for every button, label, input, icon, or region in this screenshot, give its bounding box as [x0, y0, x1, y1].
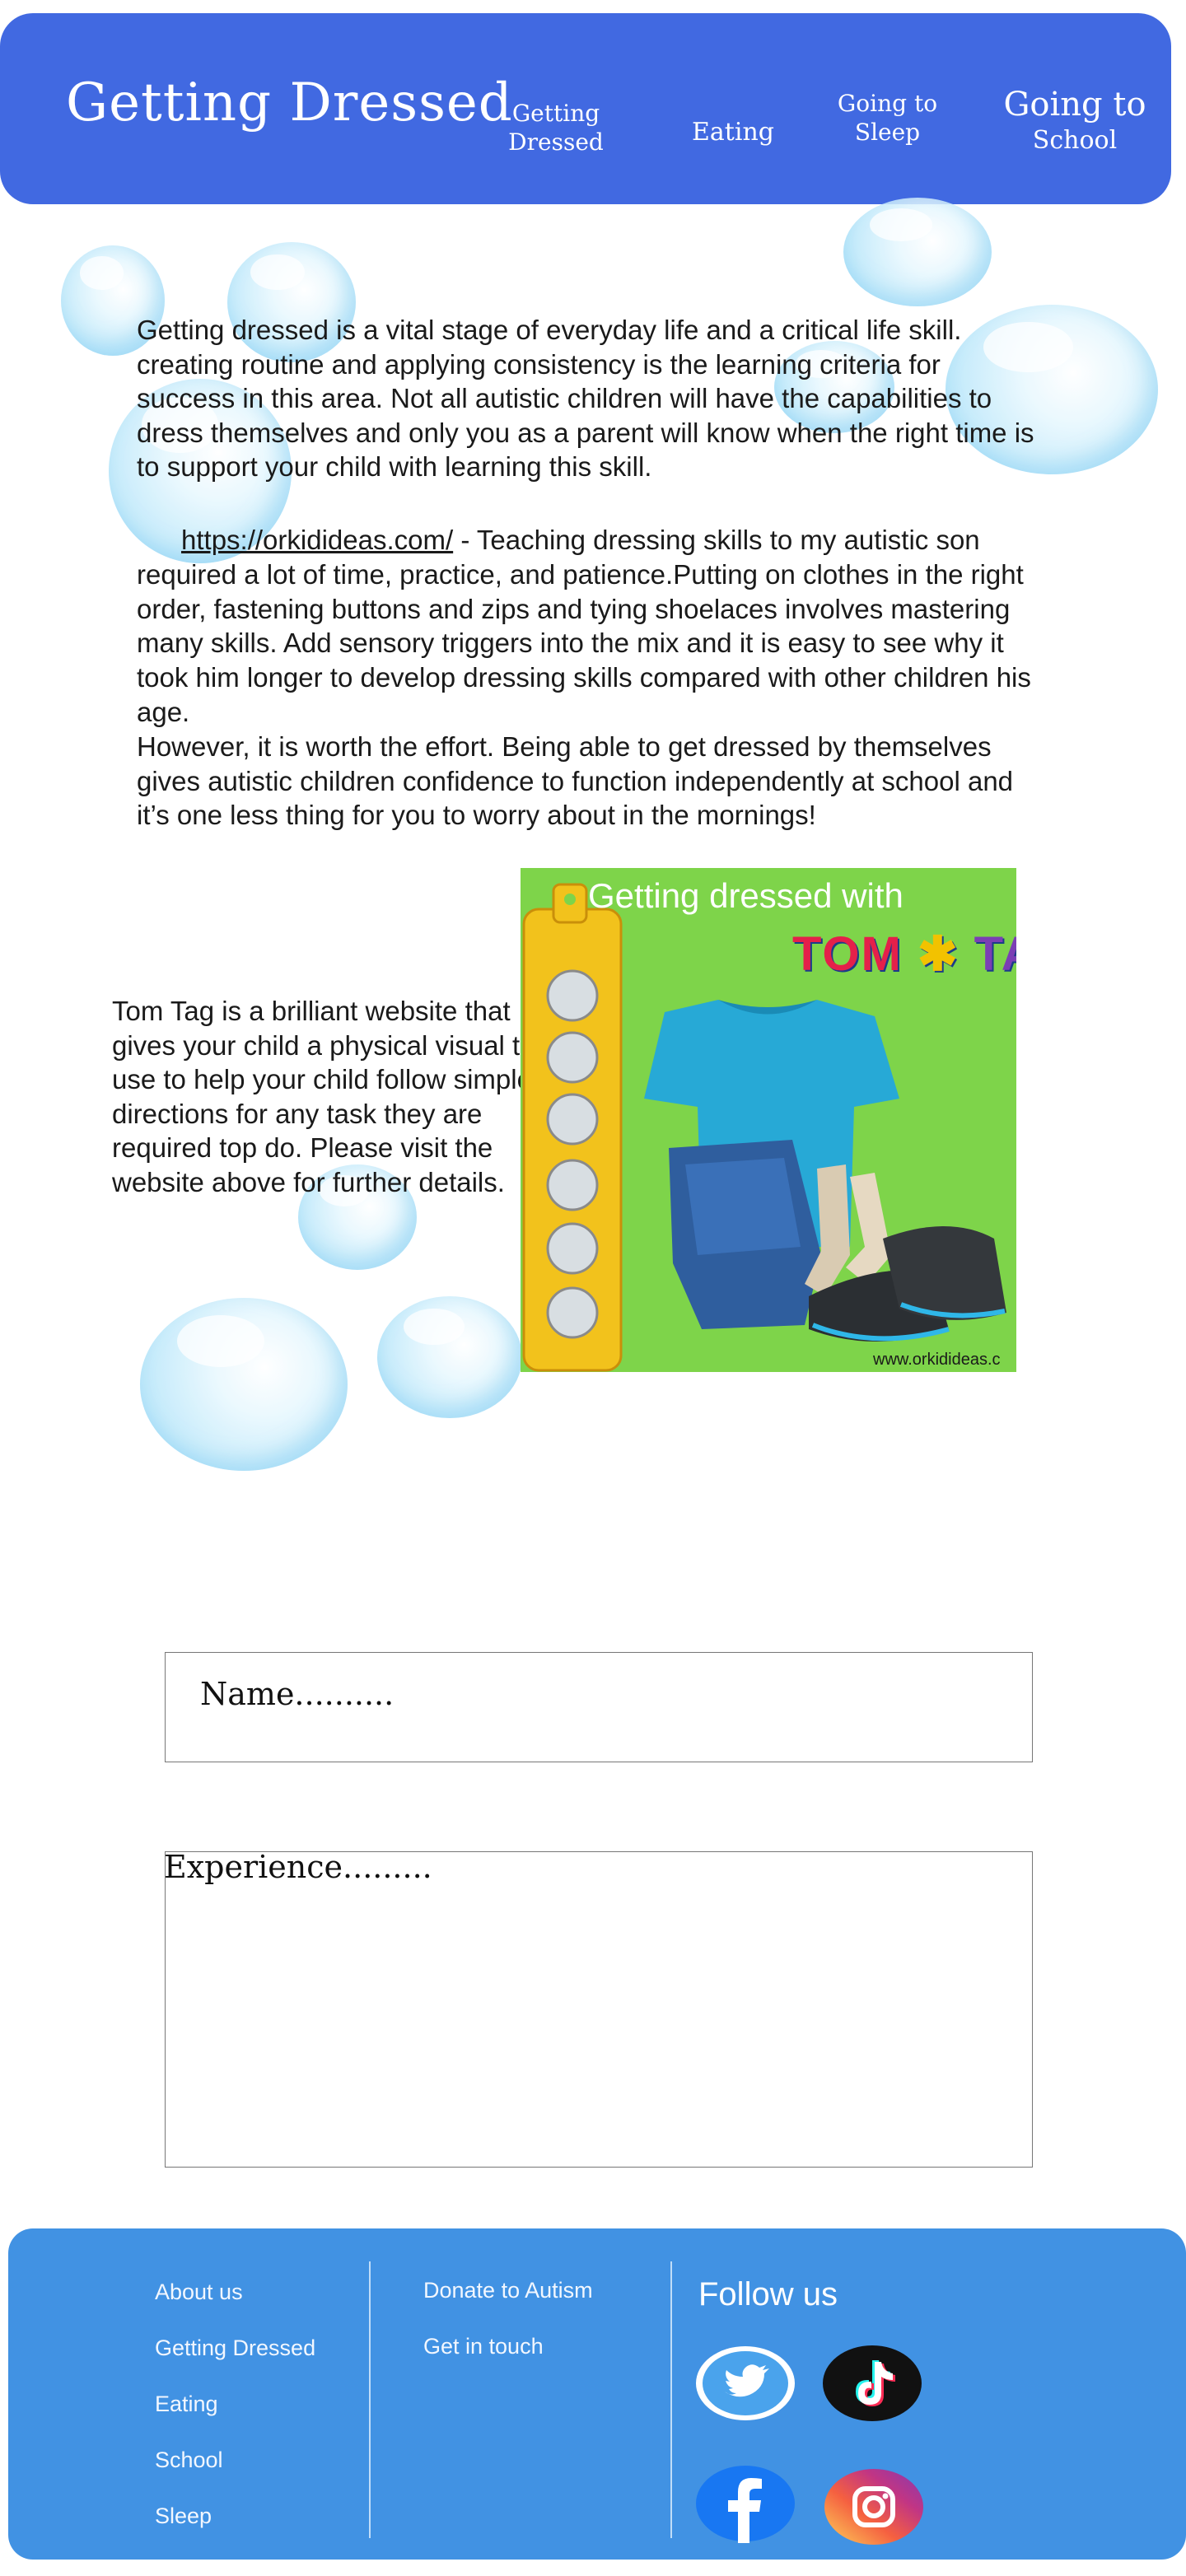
article-text-2: However, it is worth the effort. Being a…: [137, 730, 1014, 831]
instagram-icon[interactable]: [822, 2467, 926, 2546]
tiktok-icon[interactable]: [820, 2344, 924, 2423]
nav-label-line1: Getting: [511, 100, 600, 127]
footer-divider: [369, 2261, 371, 2538]
nav-label-line2: Dressed: [508, 128, 604, 156]
experience-field[interactable]: Experience.........: [164, 1849, 1033, 2168]
nav-going-to-school[interactable]: Going to School: [988, 84, 1161, 156]
article-paragraph: https://orkidideas.com/ - Teaching dress…: [137, 523, 1043, 833]
follow-us-heading: Follow us: [698, 2276, 838, 2312]
footer-link-getting-dressed[interactable]: Getting Dressed: [155, 2336, 315, 2361]
footer-link-donate[interactable]: Donate to Autism: [423, 2278, 593, 2303]
footer-link-eating[interactable]: Eating: [155, 2392, 218, 2417]
twitter-icon[interactable]: [693, 2344, 797, 2423]
name-field[interactable]: Name..........: [165, 1652, 1033, 1762]
logo-part-2: TA: [974, 927, 1016, 981]
illustration-title: Getting dressed with: [588, 876, 904, 915]
logo-star: ✱: [917, 927, 960, 981]
nav-label-line1: Eating: [692, 118, 774, 147]
site-footer: About us Getting Dressed Eating School S…: [8, 2228, 1186, 2560]
bubble-decoration: [377, 1296, 522, 1418]
footer-link-school[interactable]: School: [155, 2448, 223, 2473]
site-header: Getting Dressed Getting Dressed Eating G…: [0, 13, 1171, 204]
nav-label-line2: School: [1032, 126, 1118, 155]
name-field-label: Name..........: [200, 1676, 395, 1712]
footer-link-get-in-touch[interactable]: Get in touch: [423, 2334, 544, 2359]
nav-going-to-sleep[interactable]: Going to Sleep: [824, 89, 951, 147]
tom-tag-logo: TOM ✱ TA: [792, 926, 1016, 982]
footer-divider: [670, 2261, 672, 2538]
nav-getting-dressed[interactable]: Getting Dressed: [502, 99, 609, 156]
experience-field-label: Experience.........: [164, 1849, 432, 1885]
facebook-icon[interactable]: [693, 2464, 797, 2543]
nav-label-line1: Going to: [1003, 86, 1146, 124]
orkidideas-link[interactable]: https://orkidideas.com/: [181, 525, 453, 555]
nav-eating[interactable]: Eating: [684, 117, 782, 148]
tom-tag-description: Tom Tag is a brilliant website that give…: [112, 996, 535, 1197]
bubble-decoration: [843, 198, 992, 306]
intro-paragraph: Getting dressed is a vital stage of ever…: [137, 315, 1034, 482]
site-title: Getting Dressed: [66, 72, 513, 133]
logo-part-1: TOM: [792, 927, 903, 981]
nav-label-line2: Sleep: [854, 119, 921, 146]
footer-link-about-us[interactable]: About us: [155, 2280, 243, 2305]
bubble-decoration: [140, 1298, 348, 1471]
footer-link-sleep[interactable]: Sleep: [155, 2504, 212, 2529]
nav-label-line1: Going to: [837, 90, 938, 117]
tom-tag-illustration: Getting dressed with TOM ✱ TA www.orkidi…: [521, 868, 1016, 1372]
illustration-url: www.orkidideas.c: [873, 1351, 1001, 1369]
